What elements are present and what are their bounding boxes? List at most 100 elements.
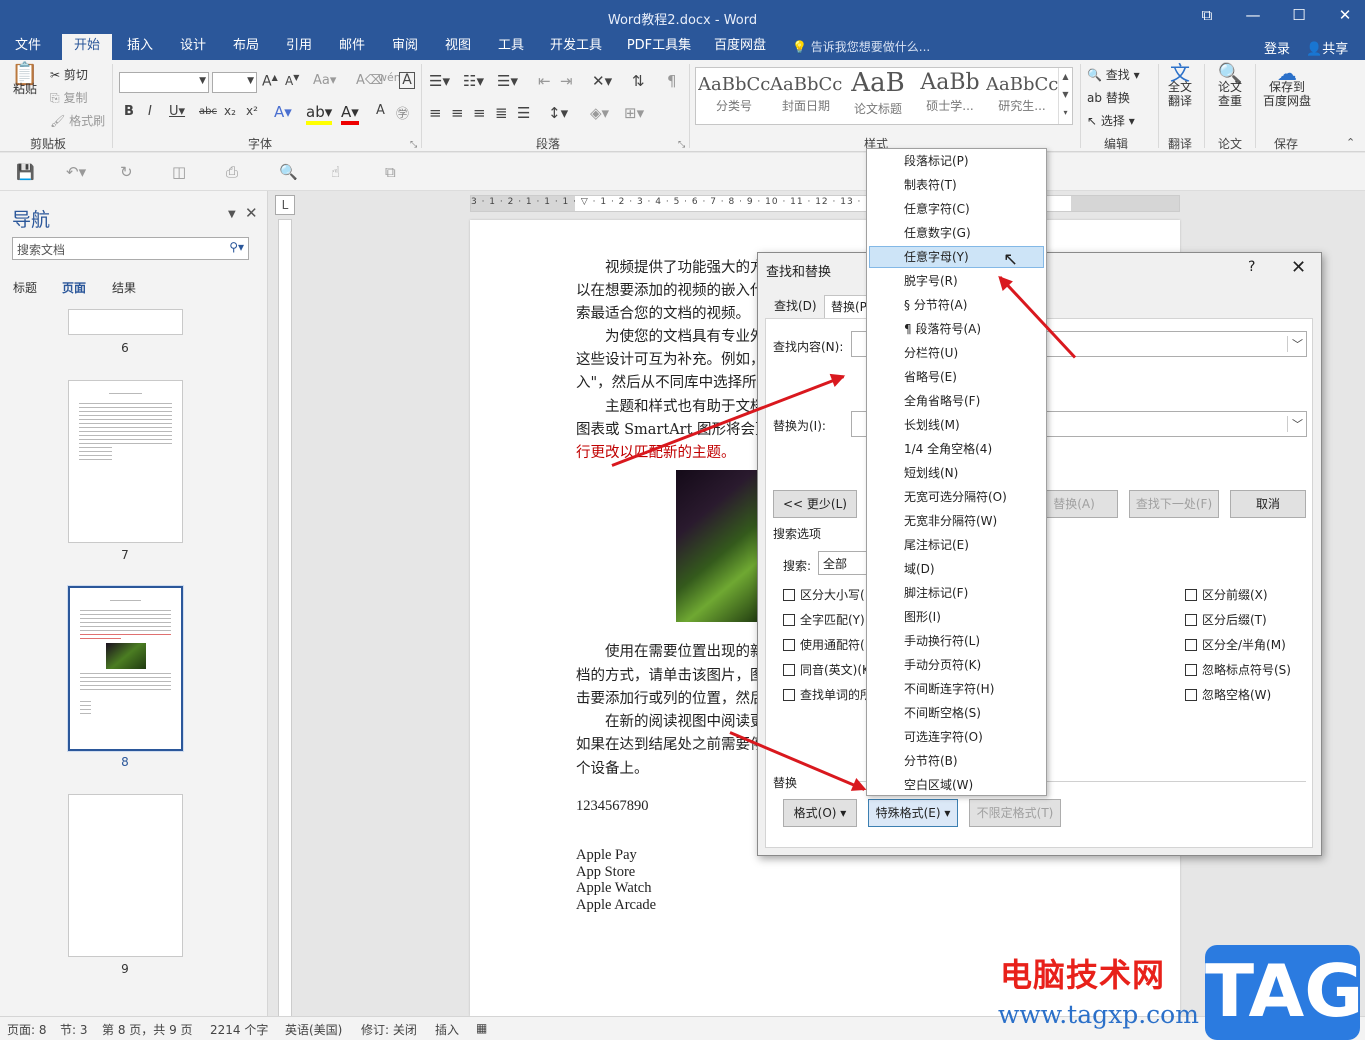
tab-developer[interactable]: 开发工具 xyxy=(545,34,607,60)
menu-item[interactable]: 分栏符(U) xyxy=(869,342,1044,364)
tab-tools[interactable]: 工具 xyxy=(489,34,533,60)
undo-icon[interactable]: ↶▾ xyxy=(66,163,86,181)
status-insert-mode[interactable]: 插入 xyxy=(435,1021,459,1038)
checkbox-box[interactable] xyxy=(1185,664,1197,676)
nav-options-icon[interactable]: ▼ xyxy=(228,209,236,220)
justify-icon[interactable]: ≣ xyxy=(495,104,508,122)
page-thumbnail[interactable] xyxy=(68,380,183,543)
tab-mailings[interactable]: 邮件 xyxy=(330,34,374,60)
menu-item[interactable]: 分节符(B) xyxy=(869,750,1044,772)
side-by-side-icon[interactable]: ◫ xyxy=(172,163,186,181)
no-format-button[interactable]: 不限定格式(T) xyxy=(969,799,1061,827)
checkbox-box[interactable] xyxy=(783,664,795,676)
tab-pdf-tools[interactable]: PDF工具集 xyxy=(621,34,697,60)
copy-button[interactable]: ⎘ 复制 xyxy=(50,89,87,106)
format-button[interactable]: 格式(O) ▾ xyxy=(783,799,857,827)
checkbox-match-suffix[interactable]: 区分后缀(T) xyxy=(1185,611,1267,628)
grow-font-icon[interactable]: A▲ xyxy=(262,73,278,90)
dialog-launcher-icon[interactable]: ⤡ xyxy=(678,140,685,150)
tab-selector[interactable]: L xyxy=(275,195,295,215)
numbering-icon[interactable]: ☷▾ xyxy=(463,72,484,90)
select-button[interactable]: ↖ 选择 ▾ xyxy=(1087,112,1135,129)
nav-tab-headings[interactable]: 标题 xyxy=(13,279,37,296)
checkbox-box[interactable] xyxy=(1185,639,1197,651)
save-icon[interactable]: 💾 xyxy=(16,163,35,181)
status-page-of[interactable]: 第 8 页，共 9 页 xyxy=(102,1021,193,1038)
chevron-down-icon[interactable]: ﹀ xyxy=(1287,416,1303,432)
status-word-count[interactable]: 2214 个字 xyxy=(210,1021,268,1038)
menu-item[interactable]: 域(D) xyxy=(869,558,1044,580)
style-item[interactable]: AaBbCc 研究生... xyxy=(986,68,1058,124)
special-format-button[interactable]: 特殊格式(E) ▾ xyxy=(868,799,958,827)
menu-item[interactable]: 全角省略号(F) xyxy=(869,390,1044,412)
macro-record-icon[interactable]: ▦ xyxy=(476,1021,487,1035)
checkbox-full-half-width[interactable]: 区分全/半角(M) xyxy=(1185,636,1286,653)
text-effects-icon[interactable]: A▾ xyxy=(274,103,292,121)
change-case-icon[interactable]: Aa▾ xyxy=(313,73,336,88)
full-translate-button[interactable]: 文全文 翻译 xyxy=(1163,63,1197,108)
menu-item[interactable]: 短划线(N) xyxy=(869,462,1044,484)
line-spacing-icon[interactable]: ↕▾ xyxy=(548,104,568,122)
menu-item[interactable]: 手动分页符(K) xyxy=(869,654,1044,676)
find-button[interactable]: 🔍 查找 ▾ xyxy=(1087,66,1140,83)
menu-item[interactable]: 省略号(E) xyxy=(869,366,1044,388)
paper-check-button[interactable]: 🔍 论文 查重 xyxy=(1213,63,1247,108)
cut-button[interactable]: ✂ 剪切 xyxy=(50,66,88,83)
align-center-icon[interactable]: ≡ xyxy=(451,104,464,122)
less-button[interactable]: << 更少(L) xyxy=(773,490,857,518)
checkbox-word-forms[interactable]: 查找单词的所 xyxy=(783,686,872,703)
styles-gallery[interactable]: AaBbCc 分类号 AaBbCc 封面日期 AaB 论文标题 AaBb 硕士学... … xyxy=(695,67,1073,125)
checkbox-box[interactable] xyxy=(783,639,795,651)
menu-item[interactable]: 空白区域(W) xyxy=(869,774,1044,796)
checkbox-match-prefix[interactable]: 区分前缀(X) xyxy=(1185,586,1268,603)
menu-item[interactable]: 不间断空格(S) xyxy=(869,702,1044,724)
tab-design[interactable]: 设计 xyxy=(171,34,215,60)
superscript-icon[interactable]: x² xyxy=(246,104,258,118)
print-preview-icon[interactable]: 🔍 xyxy=(279,163,298,181)
align-right-icon[interactable]: ≡ xyxy=(473,104,486,122)
print-icon[interactable]: ⎙ xyxy=(226,163,238,181)
subscript-icon[interactable]: x₂ xyxy=(224,104,236,118)
menu-item[interactable]: 1/4 全角空格(4) xyxy=(869,438,1044,460)
replace-button[interactable]: ab 替换 xyxy=(1087,89,1130,106)
cancel-button[interactable]: 取消 xyxy=(1230,490,1306,518)
checkbox-box[interactable] xyxy=(1185,614,1197,626)
nav-tab-pages[interactable]: 页面 xyxy=(62,279,86,296)
font-name-combo[interactable]: ▼ xyxy=(119,72,209,93)
status-section[interactable]: 节: 3 xyxy=(60,1021,88,1038)
tab-find[interactable]: 查找(D) xyxy=(768,295,823,319)
borders-icon[interactable]: ⊞▾ xyxy=(624,104,644,122)
page-thumbnail[interactable] xyxy=(68,794,183,957)
distributed-icon[interactable]: ☰ xyxy=(517,104,530,122)
tab-insert[interactable]: 插入 xyxy=(118,34,162,60)
menu-item[interactable]: 制表符(T) xyxy=(869,174,1044,196)
menu-item[interactable]: 无宽非分隔符(W) xyxy=(869,510,1044,532)
menu-item[interactable]: 脚注标记(F) xyxy=(869,582,1044,604)
dialog-close-button[interactable]: ✕ xyxy=(1291,257,1306,278)
share-button[interactable]: 👤共享 xyxy=(1306,38,1348,57)
search-icon[interactable]: ⚲▾ xyxy=(229,240,244,254)
nav-close-icon[interactable]: ✕ xyxy=(245,204,258,222)
tab-baidu-netdisk[interactable]: 百度网盘 xyxy=(708,34,772,60)
increase-indent-icon[interactable]: ⇥ xyxy=(560,72,573,90)
tab-file[interactable]: 文件 xyxy=(6,34,50,60)
touch-mode-icon[interactable]: ☝ xyxy=(331,163,340,181)
maximize-button[interactable]: ☐ xyxy=(1284,6,1314,24)
search-direction-select[interactable]: 全部 xyxy=(818,551,870,575)
char-border-icon[interactable]: A xyxy=(399,72,415,89)
enclose-char-icon[interactable]: ㊫ xyxy=(396,103,409,122)
menu-item[interactable]: 尾注标记(E) xyxy=(869,534,1044,556)
font-color-icon[interactable]: A▾ xyxy=(341,103,359,125)
dialog-launcher-icon[interactable]: ⤡ xyxy=(410,140,417,150)
status-language[interactable]: 英语(美国) xyxy=(285,1021,342,1038)
checkbox-box[interactable] xyxy=(1185,589,1197,601)
menu-item[interactable]: 段落标记(P) xyxy=(869,150,1044,172)
bullets-icon[interactable]: ☰▾ xyxy=(429,72,450,90)
chinese-layout-icon[interactable]: ✕▾ xyxy=(592,72,612,90)
save-to-netdisk-button[interactable]: ☁ 保存到 百度网盘 xyxy=(1258,63,1316,108)
decrease-indent-icon[interactable]: ⇤ xyxy=(538,72,551,90)
nav-search-input[interactable]: 搜索文档 ⚲▾ xyxy=(12,237,249,260)
menu-item[interactable]: 任意字符(C) xyxy=(869,198,1044,220)
show-marks-icon[interactable]: ¶ xyxy=(667,72,677,90)
underline-icon[interactable]: U▾ xyxy=(169,104,185,119)
